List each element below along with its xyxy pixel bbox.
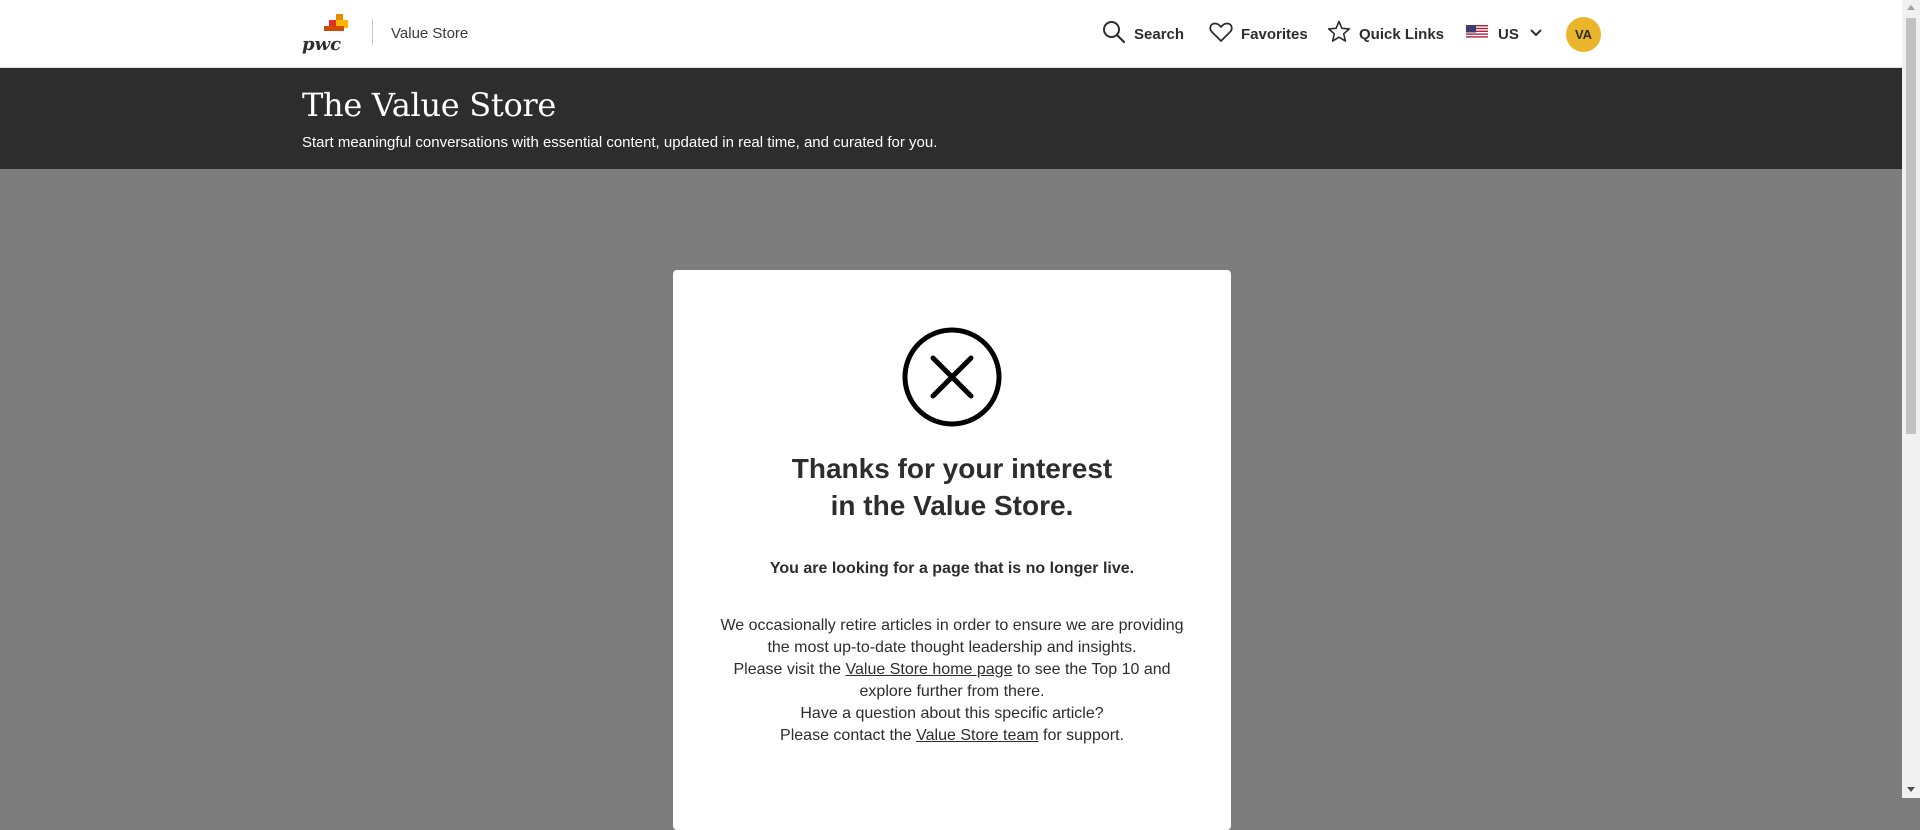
p3-before: Please contact the [780,727,917,744]
favorites-button[interactable]: Favorites [1209,20,1308,48]
p2-before: Please visit the [733,661,846,678]
pwc-logo[interactable]: pwc [302,14,354,55]
user-avatar[interactable]: VA [1566,17,1601,52]
retired-page-card: Thanks for your interest in the Value St… [673,270,1231,830]
home-page-paragraph: Please visit the Value Store home page t… [713,659,1191,703]
p3-after: for support. [1038,727,1124,744]
search-button[interactable]: Search [1102,20,1184,48]
chevron-down-icon [1529,25,1543,43]
hero-banner: The Value Store Start meaningful convers… [0,68,1902,169]
search-icon [1102,20,1126,49]
card-lead-text: You are looking for a page that is no lo… [769,560,1135,577]
us-flag-icon [1466,24,1488,44]
card-title: Thanks for your interest in the Value St… [673,450,1231,524]
search-label: Search [1134,25,1185,43]
favorites-label: Favorites [1241,25,1308,43]
page-subtitle: Start meaningful conversations with esse… [302,134,938,151]
scroll-down-arrow[interactable] [1907,787,1915,792]
heart-icon [1209,21,1233,48]
page-title: The Value Store [302,86,557,124]
brand-divider [372,19,373,45]
star-icon [1327,20,1351,49]
card-title-line1: Thanks for your interest [791,453,1113,484]
p3-line1: Have a question about this specific arti… [800,705,1104,722]
quick-links-button[interactable]: Quick Links [1327,20,1444,48]
region-label: US [1498,25,1519,43]
home-page-link[interactable]: Value Store home page [846,661,1013,678]
support-paragraph: Have a question about this specific arti… [713,703,1191,747]
retired-explanation: We occasionally retire articles in order… [720,617,1184,656]
circle-x-icon [901,326,1003,428]
quick-links-label: Quick Links [1359,25,1445,43]
page-scrollbar[interactable] [1902,0,1920,798]
scroll-thumb[interactable] [1906,18,1916,434]
team-contact-link[interactable]: Value Store team [916,727,1038,744]
scroll-up-arrow[interactable] [1907,5,1915,10]
region-selector[interactable]: US [1466,20,1543,48]
top-navigation: pwc Value Store Search Favorites Quick L… [0,0,1902,68]
app-name[interactable]: Value Store [391,25,468,42]
logo-text: pwc [302,34,341,54]
card-title-line2: in the Value Store. [830,490,1074,521]
